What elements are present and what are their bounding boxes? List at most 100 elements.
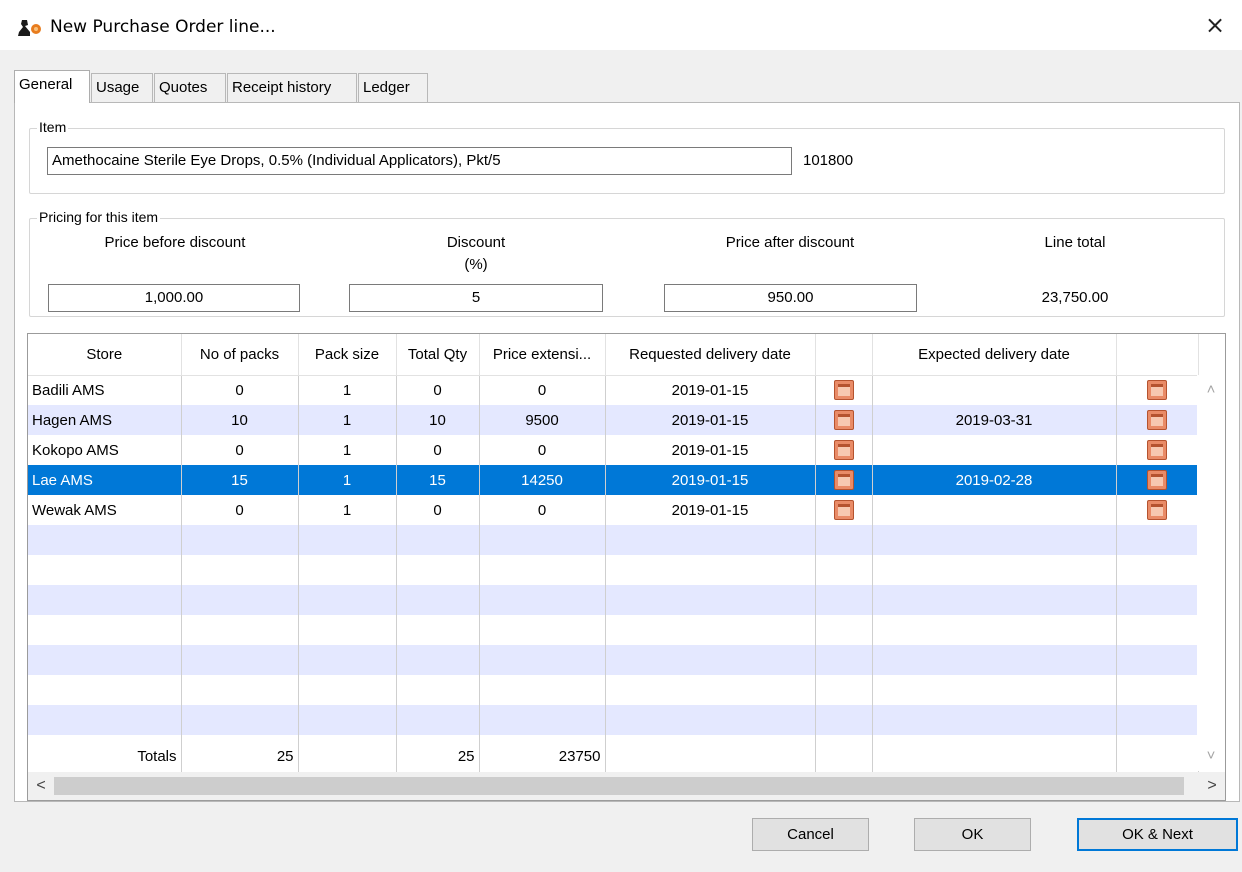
- column-header-pack-size[interactable]: Pack size: [298, 334, 397, 376]
- table-row[interactable]: Hagen AMS 10 1 10 9500 2019-01-15 2019-0…: [28, 405, 1199, 435]
- requested-date-cell[interactable]: 2019-01-15: [605, 435, 816, 465]
- requested-date-cell[interactable]: 2019-01-15: [605, 405, 816, 435]
- requested-calendar-cell: [815, 435, 873, 465]
- table-row[interactable]: Badili AMS 0 1 0 0 2019-01-15: [28, 375, 1199, 405]
- discount-field[interactable]: 5: [349, 284, 603, 312]
- pack-size-cell: 1: [298, 435, 397, 465]
- tab-usage[interactable]: Usage: [91, 73, 153, 103]
- table-row[interactable]: Wewak AMS 0 1 0 0 2019-01-15: [28, 495, 1199, 525]
- horizontal-scroll-thumb[interactable]: [54, 777, 1184, 795]
- requested-date-cell[interactable]: 2019-01-15: [605, 375, 816, 405]
- calendar-icon[interactable]: [833, 410, 854, 430]
- totals-row: Totals 25 25 23750: [28, 735, 1199, 777]
- store-lines-table: Store No of packs Pack size Total Qty Pr…: [27, 333, 1226, 801]
- line-total-label: Line total: [1044, 234, 1106, 251]
- totals-packs: 25: [181, 735, 299, 777]
- calendar-icon[interactable]: [833, 500, 854, 520]
- column-header-requested-date[interactable]: Requested delivery date: [605, 334, 816, 376]
- expected-date-cell[interactable]: [872, 375, 1117, 405]
- scroll-right-icon[interactable]: >: [1199, 772, 1225, 800]
- store-lines-grid: Store No of packs Pack size Total Qty Pr…: [28, 334, 1199, 777]
- calendar-icon[interactable]: [833, 440, 854, 460]
- calendar-icon[interactable]: [1147, 500, 1167, 520]
- calendar-icon[interactable]: [1147, 380, 1167, 401]
- calendar-icon[interactable]: [1147, 410, 1167, 430]
- item-name-field[interactable]: Amethocaine Sterile Eye Drops, 0.5% (Ind…: [47, 147, 792, 175]
- store-cell: Lae AMS: [28, 465, 182, 495]
- discount-label: Discount: [446, 234, 506, 251]
- packs-cell[interactable]: 15: [181, 465, 299, 495]
- store-cell: Badili AMS: [28, 375, 182, 405]
- scroll-left-icon[interactable]: <: [28, 772, 54, 800]
- calendar-icon[interactable]: [1147, 470, 1167, 490]
- expected-date-cell[interactable]: [872, 435, 1117, 465]
- store-cell: Wewak AMS: [28, 495, 182, 525]
- calendar-icon[interactable]: [1147, 440, 1167, 460]
- total-qty-cell: 0: [396, 435, 480, 465]
- expected-calendar-cell: [1116, 405, 1199, 435]
- requested-date-cell[interactable]: 2019-01-15: [605, 495, 816, 525]
- column-header-packs[interactable]: No of packs: [181, 334, 299, 376]
- empty-row: [28, 615, 1199, 645]
- ok-next-button[interactable]: OK & Next: [1077, 818, 1238, 851]
- ok-button[interactable]: OK: [914, 818, 1031, 851]
- expected-calendar-cell: [1116, 495, 1199, 525]
- vertical-scrollbar[interactable]: ˄ ˅: [1197, 375, 1225, 771]
- cancel-button[interactable]: Cancel: [752, 818, 869, 851]
- scroll-up-icon[interactable]: ˄: [1197, 377, 1225, 403]
- line-total-value: 23,750.00: [1041, 289, 1109, 306]
- empty-row: [28, 705, 1199, 735]
- item-code: 101800: [803, 152, 854, 169]
- packs-cell[interactable]: 0: [181, 495, 299, 525]
- requested-date-cell[interactable]: 2019-01-15: [605, 465, 816, 495]
- tab-quotes[interactable]: Quotes: [154, 73, 226, 103]
- expected-calendar-cell: [1116, 375, 1199, 405]
- table-row-selected[interactable]: Lae AMS 15 1 15 14250 2019-01-15 2019-02…: [28, 465, 1199, 495]
- empty-row: [28, 525, 1199, 555]
- pack-size-cell: 1: [298, 465, 397, 495]
- price-ext-cell: 0: [479, 495, 606, 525]
- empty-row: [28, 585, 1199, 615]
- expected-date-cell[interactable]: [872, 495, 1117, 525]
- packs-cell[interactable]: 0: [181, 435, 299, 465]
- store-cell: Hagen AMS: [28, 405, 182, 435]
- title-bar: New Purchase Order line... ×: [0, 0, 1242, 50]
- price-ext-cell: 14250: [479, 465, 606, 495]
- requested-calendar-cell: [815, 465, 873, 495]
- expected-calendar-cell: [1116, 435, 1199, 465]
- pack-size-cell: 1: [298, 375, 397, 405]
- scroll-down-icon[interactable]: ˅: [1197, 743, 1225, 769]
- price-after-label: Price after discount: [725, 234, 855, 251]
- store-cell: Kokopo AMS: [28, 435, 182, 465]
- empty-row: [28, 675, 1199, 705]
- total-qty-cell: 0: [396, 495, 480, 525]
- column-header-requested-calendar: [815, 334, 873, 376]
- item-group-legend: Item: [37, 119, 69, 135]
- price-after-field[interactable]: 950.00: [664, 284, 917, 312]
- packs-cell[interactable]: 0: [181, 375, 299, 405]
- column-header-total-qty[interactable]: Total Qty: [396, 334, 480, 376]
- table-row[interactable]: Kokopo AMS 0 1 0 0 2019-01-15: [28, 435, 1199, 465]
- expected-date-cell[interactable]: 2019-02-28: [872, 465, 1117, 495]
- tab-ledger[interactable]: Ledger: [358, 73, 428, 103]
- packs-cell[interactable]: 10: [181, 405, 299, 435]
- expected-date-cell[interactable]: 2019-03-31: [872, 405, 1117, 435]
- table-header: Store No of packs Pack size Total Qty Pr…: [28, 334, 1199, 376]
- calendar-icon[interactable]: [833, 470, 854, 490]
- totals-price-ext: 23750: [479, 735, 606, 777]
- calendar-icon[interactable]: [833, 380, 854, 401]
- tab-receipt-history[interactable]: Receipt history: [227, 73, 357, 103]
- close-icon[interactable]: ×: [1200, 10, 1230, 40]
- column-header-price-extension[interactable]: Price extensi...: [479, 334, 606, 376]
- price-ext-cell: 9500: [479, 405, 606, 435]
- requested-calendar-cell: [815, 375, 873, 405]
- column-header-expected-date[interactable]: Expected delivery date: [872, 334, 1117, 376]
- column-header-store[interactable]: Store: [28, 334, 182, 376]
- window-title: New Purchase Order line...: [50, 17, 276, 37]
- price-before-field[interactable]: 1,000.00: [48, 284, 300, 312]
- totals-pack-size: [298, 735, 397, 777]
- tab-general[interactable]: General: [14, 70, 90, 103]
- price-ext-cell: 0: [479, 435, 606, 465]
- horizontal-scrollbar[interactable]: < >: [28, 772, 1225, 800]
- requested-calendar-cell: [815, 405, 873, 435]
